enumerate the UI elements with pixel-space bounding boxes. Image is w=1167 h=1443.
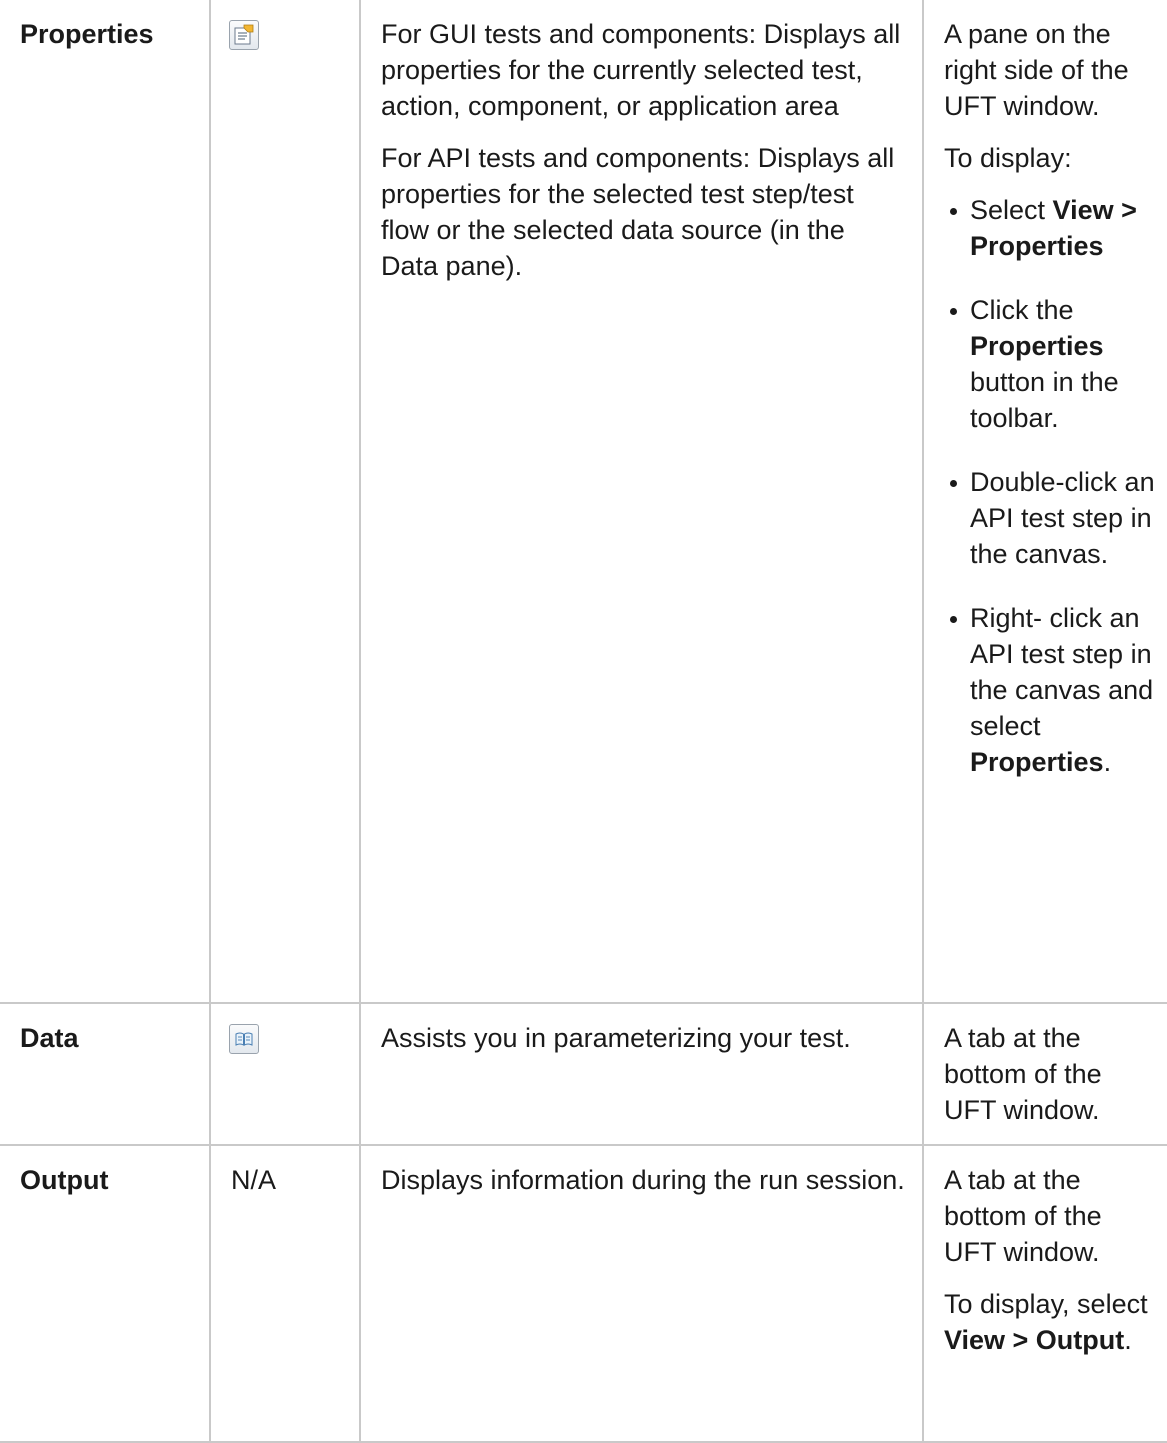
location-text: A tab at the bottom of the UFT window. — [944, 1023, 1102, 1125]
bullet-text: Click the — [970, 295, 1074, 325]
location-text: A pane on the right side of the UFT wind… — [944, 19, 1129, 121]
display-text: To display, select — [944, 1289, 1148, 1319]
description-gui: For GUI tests and components: Displays a… — [381, 19, 901, 121]
description-api: For API tests and components: Displays a… — [381, 143, 895, 281]
description-cell: Displays information during the run sess… — [359, 1144, 924, 1443]
list-item: Double-click an API test step in the can… — [950, 464, 1161, 572]
pane-name: Data — [20, 1023, 79, 1053]
display-heading: To display: — [944, 143, 1072, 173]
bullet-text: Select — [970, 195, 1053, 225]
ui-panes-table: Properties For GUI tests and components:… — [0, 0, 1167, 1443]
location-text: A tab at the bottom of the UFT window. — [944, 1165, 1102, 1267]
bullet-text-tail: . — [1103, 747, 1112, 777]
description-cell: Assists you in parameterizing your test. — [359, 1002, 924, 1146]
list-item: Click the Properties button in the toolb… — [950, 292, 1161, 436]
list-item: Select View > Properties — [950, 192, 1161, 264]
icon-na-text: N/A — [231, 1165, 277, 1195]
button-name: Properties — [970, 331, 1104, 361]
display-instructions: To display, select View > Output. — [944, 1286, 1161, 1358]
icon-cell: N/A — [209, 1144, 361, 1443]
bullet-text: Double-click an API test step in the can… — [970, 467, 1155, 569]
bullet-text-tail: button in the toolbar. — [970, 367, 1119, 433]
pane-name-cell: Data — [0, 1002, 211, 1146]
menu-path: View > Output — [944, 1325, 1125, 1355]
table-row-output: Output N/A Displays information during t… — [0, 1144, 1167, 1443]
display-text-tail: . — [1124, 1325, 1132, 1355]
description-cell: For GUI tests and components: Displays a… — [359, 0, 924, 1004]
data-book-icon — [229, 1024, 259, 1054]
pane-name: Properties — [20, 19, 154, 49]
table-row-data: Data Assists you in parameterizing your … — [0, 1002, 1167, 1146]
location-cell: A tab at the bottom of the UFT window. T… — [922, 1144, 1167, 1443]
description-text: Displays information during the run sess… — [381, 1165, 905, 1195]
location-cell: A tab at the bottom of the UFT window. — [922, 1002, 1167, 1146]
table-row-properties: Properties For GUI tests and components:… — [0, 0, 1167, 1004]
properties-icon — [229, 20, 259, 50]
pane-name-cell: Output — [0, 1144, 211, 1443]
bullet-text: Right- click an API test step in the can… — [970, 603, 1154, 741]
icon-cell — [209, 0, 361, 1004]
location-cell: A pane on the right side of the UFT wind… — [922, 0, 1167, 1004]
pane-name-cell: Properties — [0, 0, 211, 1004]
icon-cell — [209, 1002, 361, 1146]
menu-item-name: Properties — [970, 747, 1104, 777]
pane-name: Output — [20, 1165, 109, 1195]
list-item: Right- click an API test step in the can… — [950, 600, 1161, 780]
display-methods-list: Select View > Properties Click the Prope… — [944, 192, 1161, 780]
description-text: Assists you in parameterizing your test. — [381, 1023, 851, 1053]
